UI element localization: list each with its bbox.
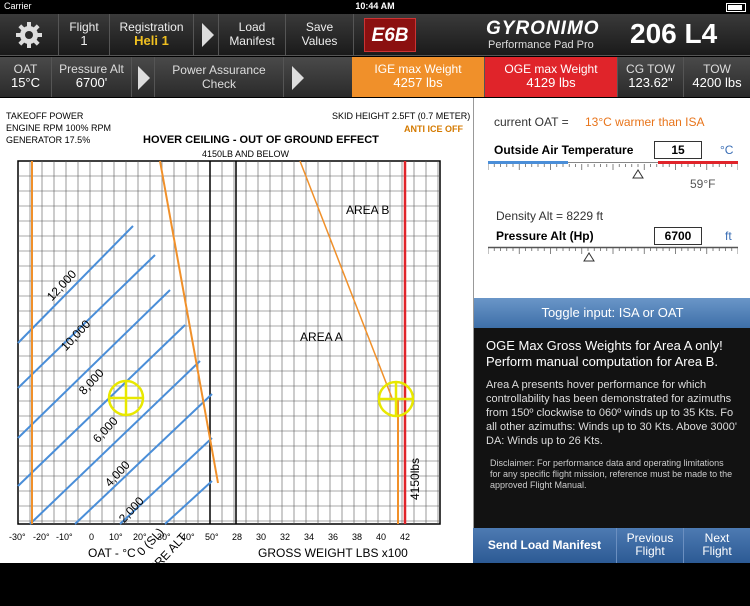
oat-tick: 0 [89, 532, 95, 542]
oat-unit: °C [720, 143, 734, 157]
save-values-button[interactable]: Save Values [286, 14, 354, 56]
weight-marker-label: 4150lbs [408, 457, 422, 500]
oge-label: OGE max Weight [504, 62, 598, 76]
weight-tick: 34 [304, 532, 315, 542]
e6b-button[interactable]: E6B [364, 18, 416, 52]
oat-slider-title: Outside Air Temperature [494, 143, 634, 157]
tow-field[interactable]: TOW 4200 lbs [684, 57, 750, 97]
oat-slider-thumb [632, 169, 644, 179]
power-assurance-label: Power Assurance Check [172, 63, 266, 91]
area-a-label: AREA A [300, 330, 343, 344]
ige-label: IGE max Weight [374, 62, 462, 76]
power-assurance-button[interactable]: Power Assurance Check [154, 57, 284, 97]
cg-tow-label: CG TOW [626, 62, 675, 76]
weight-tick: 30 [256, 532, 267, 542]
oge-value: 4129 lbs [526, 75, 576, 90]
parameters-bar: OAT 15°C Pressure Alt 6700' Power Assura… [0, 57, 750, 97]
oat-value: 15°C [10, 75, 41, 90]
oat-fahrenheit: 59°F [690, 177, 716, 191]
flight-label: Flight [69, 20, 99, 34]
oat-tick: -20° [33, 532, 50, 542]
oge-max-weight[interactable]: OGE max Weight 4129 lbs [485, 57, 618, 97]
ige-max-weight[interactable]: IGE max Weight 4257 lbs [352, 57, 485, 97]
load-manifest-button[interactable]: Load Manifest [218, 14, 286, 56]
registration-label: Registration [119, 20, 184, 34]
top-toolbar: Flight 1 Registration Heli 1 Load Manife… [0, 14, 750, 56]
info-panel: OGE Max Gross Weights for Area A only! P… [474, 328, 750, 528]
oat-tick: 30° [157, 532, 171, 542]
app-logo: GYRONIMO [486, 18, 600, 39]
hover-ceiling-chart: TAKEOFF POWER ENGINE RPM 100% RPM GENERA… [0, 98, 473, 606]
palt-input[interactable]: 6700 [654, 227, 702, 245]
arrow-button-2[interactable] [288, 57, 308, 99]
load-manifest-label: Load Manifest [229, 20, 275, 48]
battery-icon [726, 3, 746, 12]
next-arrow-button[interactable] [198, 14, 218, 56]
toggle-isa-oat-button[interactable]: Toggle input: ISA or OAT [474, 298, 750, 328]
oat-axis-label: OAT - °C [88, 546, 136, 560]
flight-value: 1 [80, 33, 88, 48]
status-bar: Carrier 10:44 AM [0, 0, 750, 14]
alt-line-6000 [17, 324, 186, 487]
tow-value: 4200 lbs [692, 75, 742, 90]
oat-tick: 10° [109, 532, 123, 542]
palt-slider-title: Pressure Alt (Hp) [496, 229, 594, 243]
oat-label: OAT [13, 62, 38, 76]
oat-tick: -30° [9, 532, 26, 542]
arrow-button-1[interactable] [134, 57, 154, 99]
alt-line-extra [164, 480, 213, 525]
next-flight-label: Next Flight [702, 531, 732, 558]
oat-input[interactable]: 15 [654, 141, 702, 159]
bottom-actions: Send Load Manifest Previous Flight Next … [473, 528, 750, 563]
ige-value: 4257 lbs [393, 75, 443, 90]
weight-crosshair [377, 380, 415, 418]
registration-selector[interactable]: Registration Heli 1 [110, 14, 194, 56]
info-main: Area A presents hover performance for wh… [486, 379, 737, 447]
flight-selector[interactable]: Flight 1 [58, 14, 110, 56]
gear-icon[interactable] [14, 20, 44, 50]
tow-label: TOW [703, 62, 731, 76]
oat-field[interactable]: OAT 15°C [0, 57, 52, 97]
pressure-alt-value: 6700' [75, 75, 108, 90]
previous-flight-button[interactable]: Previous Flight [616, 528, 683, 563]
previous-flight-label: Previous Flight [626, 531, 674, 558]
disclaimer: Disclaimer: For performance data and ope… [490, 458, 733, 490]
oat-tick: -10° [56, 532, 73, 542]
registration-value: Heli 1 [134, 33, 169, 48]
cg-tow-value: 123.62" [628, 75, 673, 90]
weight-tick: 42 [400, 532, 411, 542]
cg-tow-field[interactable]: CG TOW 123.62" [618, 57, 684, 97]
density-alt: Density Alt = 8229 ft [496, 209, 604, 223]
input-panel: current OAT = 13°C warmer than ISA Outsi… [473, 98, 750, 563]
oat-tick: 40° [181, 532, 195, 542]
palt-slider[interactable] [488, 246, 738, 266]
current-oat-value: 13°C warmer than ISA [585, 115, 705, 129]
input-sliders: current OAT = 13°C warmer than ISA Outsi… [474, 98, 750, 298]
clock: 10:44 AM [355, 1, 395, 11]
current-oat-label: current OAT = [494, 115, 569, 129]
save-values-label: Save Values [301, 20, 338, 48]
oat-tick: 50° [205, 532, 219, 542]
weight-tick: 32 [280, 532, 291, 542]
pressure-alt-label: Pressure Alt [59, 62, 124, 76]
weight-tick: 28 [232, 532, 243, 542]
weight-tick: 40 [376, 532, 387, 542]
app-logo-subtitle: Performance Pad Pro [488, 39, 594, 51]
oat-crosshair [107, 379, 145, 417]
send-load-manifest-button[interactable]: Send Load Manifest [473, 528, 616, 563]
aircraft-model: 206 L4 [630, 18, 718, 49]
weight-axis-label: GROSS WEIGHT LBS x100 [258, 546, 408, 560]
next-flight-button[interactable]: Next Flight [683, 528, 750, 563]
palt-unit: ft [725, 229, 732, 243]
pressure-alt-field[interactable]: Pressure Alt 6700' [52, 57, 132, 97]
palt-slider-thumb [583, 252, 595, 262]
weight-tick: 38 [352, 532, 363, 542]
area-b-label: AREA B [346, 203, 390, 217]
info-title: OGE Max Gross Weights for Area A only! P… [486, 338, 723, 369]
weight-tick: 36 [328, 532, 339, 542]
oat-tick: 20° [133, 532, 147, 542]
